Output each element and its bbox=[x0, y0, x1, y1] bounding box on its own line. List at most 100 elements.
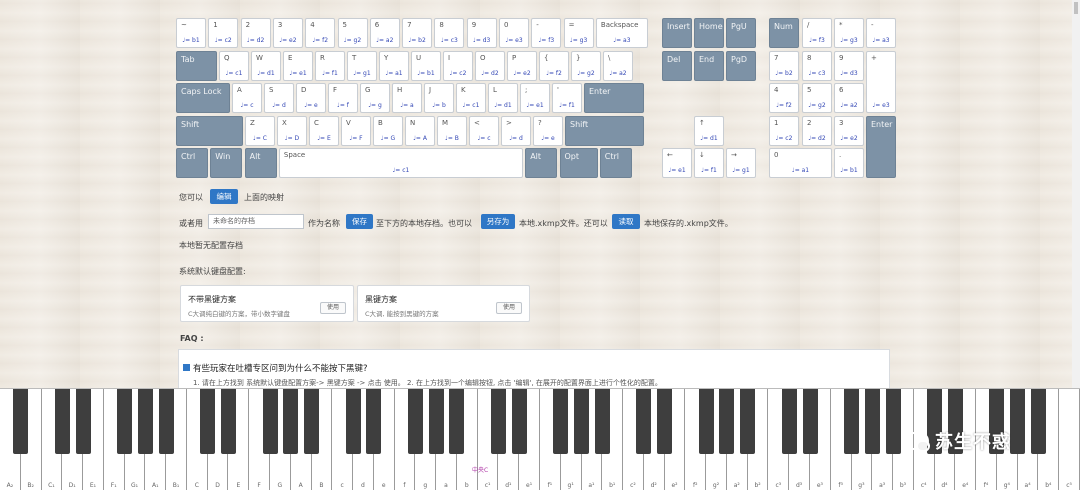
key-u[interactable]: U ♩= b1 bbox=[411, 51, 441, 81]
piano-black-key[interactable] bbox=[158, 389, 174, 454]
key-ctrl[interactable]: Ctrl bbox=[176, 148, 208, 178]
key-/[interactable]: / ♩= f3 bbox=[802, 18, 832, 48]
key-2[interactable]: 2 ♩= d2 bbox=[240, 18, 271, 48]
piano-black-key[interactable] bbox=[802, 389, 818, 454]
key-opt[interactable]: Opt bbox=[559, 148, 598, 178]
key-8[interactable]: 8 ♩= c3 bbox=[434, 18, 465, 48]
piano-black-key[interactable] bbox=[345, 389, 361, 454]
key-alt[interactable]: Alt bbox=[244, 148, 277, 178]
key-backspace[interactable]: Backspace ♩= a3 bbox=[595, 18, 648, 48]
key-b[interactable]: B ♩= G bbox=[373, 116, 403, 146]
key-7[interactable]: 7 ♩= b2 bbox=[402, 18, 433, 48]
key--[interactable]: - ♩= a3 bbox=[866, 18, 896, 48]
key-n[interactable]: N ♩= A bbox=[405, 116, 435, 146]
key-i[interactable]: I ♩= c2 bbox=[443, 51, 473, 81]
piano-black-key[interactable] bbox=[511, 389, 527, 454]
key-r[interactable]: R ♩= f1 bbox=[315, 51, 345, 81]
key-enter[interactable]: Enter bbox=[584, 83, 644, 113]
key-c[interactable]: C ♩= E bbox=[309, 116, 339, 146]
key-↑[interactable]: ↑ ♩= d1 bbox=[694, 116, 724, 146]
key-*[interactable]: * ♩= g3 bbox=[834, 18, 864, 48]
key-q[interactable]: Q ♩= c1 bbox=[219, 51, 249, 81]
key-←[interactable]: ← ♩= e1 bbox=[662, 148, 692, 178]
key-o[interactable]: O ♩= d2 bbox=[475, 51, 505, 81]
read-button[interactable]: 读取 bbox=[612, 214, 640, 229]
piano-black-key[interactable] bbox=[594, 389, 610, 454]
key-?[interactable]: ? ♩= e bbox=[533, 116, 563, 146]
key-p[interactable]: P ♩= e2 bbox=[507, 51, 537, 81]
key-h[interactable]: H ♩= a bbox=[392, 83, 422, 113]
piano-black-key[interactable] bbox=[304, 389, 320, 454]
key-'[interactable]: ' ♩= f1 bbox=[552, 83, 582, 113]
piano-black-key[interactable] bbox=[864, 389, 880, 454]
key-0[interactable]: 0 ♩= e3 bbox=[499, 18, 529, 48]
key-m[interactable]: M ♩= B bbox=[437, 116, 467, 146]
piano-white-key[interactable]: c⁵ bbox=[1059, 389, 1080, 490]
key-3[interactable]: 3 ♩= e2 bbox=[272, 18, 303, 48]
key-7[interactable]: 7 ♩= b2 bbox=[769, 51, 799, 81]
save-button[interactable]: 保存 bbox=[346, 214, 373, 229]
piano-black-key[interactable] bbox=[262, 389, 278, 454]
key-=[interactable]: = ♩= g3 bbox=[563, 18, 594, 48]
key-d[interactable]: D ♩= e bbox=[296, 83, 326, 113]
key-insert[interactable]: Insert bbox=[662, 18, 692, 48]
key-pgd[interactable]: PgD bbox=[726, 51, 756, 81]
piano-black-key[interactable] bbox=[740, 389, 756, 454]
key-}[interactable]: } ♩= g2 bbox=[571, 51, 601, 81]
key-5[interactable]: 5 ♩= g2 bbox=[802, 83, 832, 113]
key-end[interactable]: End bbox=[694, 51, 724, 81]
key-enter[interactable]: Enter bbox=[866, 116, 896, 178]
key-j[interactable]: J ♩= b bbox=[424, 83, 454, 113]
piano-black-key[interactable] bbox=[117, 389, 133, 454]
key-tab[interactable]: Tab bbox=[176, 51, 217, 81]
piano-black-key[interactable] bbox=[885, 389, 901, 454]
key-y[interactable]: Y ♩= a1 bbox=[379, 51, 409, 81]
piano-black-key[interactable] bbox=[449, 389, 465, 454]
piano-black-key[interactable] bbox=[844, 389, 860, 454]
key-4[interactable]: 4 ♩= f2 bbox=[769, 83, 799, 113]
key-;[interactable]: ; ♩= e1 bbox=[520, 83, 550, 113]
key-x[interactable]: X ♩= D bbox=[277, 116, 307, 146]
piano-black-key[interactable] bbox=[54, 389, 70, 454]
key-1[interactable]: 1 ♩= c2 bbox=[208, 18, 239, 48]
piano-black-key[interactable] bbox=[1030, 389, 1046, 454]
key-t[interactable]: T ♩= g1 bbox=[347, 51, 377, 81]
piano-black-key[interactable] bbox=[553, 389, 569, 454]
key-num[interactable]: Num bbox=[769, 18, 799, 48]
piano-black-key[interactable] bbox=[200, 389, 216, 454]
key-home[interactable]: Home bbox=[694, 18, 724, 48]
use-preset-button[interactable]: 使用 bbox=[496, 302, 522, 314]
key-e[interactable]: E ♩= e1 bbox=[283, 51, 313, 81]
key-a[interactable]: A ♩= c bbox=[232, 83, 262, 113]
key-s[interactable]: S ♩= d bbox=[264, 83, 294, 113]
key-8[interactable]: 8 ♩= c3 bbox=[802, 51, 832, 81]
key-{[interactable]: {♩= f2 bbox=[539, 51, 569, 81]
edit-button[interactable]: 编辑 bbox=[210, 189, 238, 204]
key-alt[interactable]: Alt bbox=[525, 148, 558, 178]
key-g[interactable]: G ♩= g bbox=[360, 83, 390, 113]
key-space[interactable]: Space ♩= c1 bbox=[278, 148, 523, 178]
use-preset-button[interactable]: 使用 bbox=[320, 302, 346, 314]
key-w[interactable]: W ♩= d1 bbox=[251, 51, 281, 81]
piano-black-key[interactable] bbox=[490, 389, 506, 454]
piano-black-key[interactable] bbox=[283, 389, 299, 454]
piano-black-key[interactable] bbox=[220, 389, 236, 454]
key-win[interactable]: Win bbox=[210, 148, 243, 178]
key-4[interactable]: 4 ♩= f2 bbox=[305, 18, 336, 48]
key-.[interactable]: . ♩= b1 bbox=[834, 148, 864, 178]
piano-black-key[interactable] bbox=[636, 389, 652, 454]
key--[interactable]: - ♩= f3 bbox=[531, 18, 562, 48]
piano-black-key[interactable] bbox=[366, 389, 382, 454]
key-l[interactable]: L ♩= d1 bbox=[488, 83, 518, 113]
piano-black-key[interactable] bbox=[781, 389, 797, 454]
piano-black-key[interactable] bbox=[75, 389, 91, 454]
key-~[interactable]: ~ ♩= b1 bbox=[176, 18, 206, 48]
key-6[interactable]: 6 ♩= a2 bbox=[834, 83, 864, 113]
piano-black-key[interactable] bbox=[657, 389, 673, 454]
piano-black-key[interactable] bbox=[1010, 389, 1026, 454]
page-scrollbar[interactable] bbox=[1072, 0, 1080, 388]
key-↓[interactable]: ↓ ♩= f1 bbox=[694, 148, 724, 178]
key-shift[interactable]: Shift bbox=[176, 116, 243, 146]
key-5[interactable]: 5 ♩= g2 bbox=[337, 18, 368, 48]
key-2[interactable]: 2 ♩= d2 bbox=[802, 116, 832, 146]
